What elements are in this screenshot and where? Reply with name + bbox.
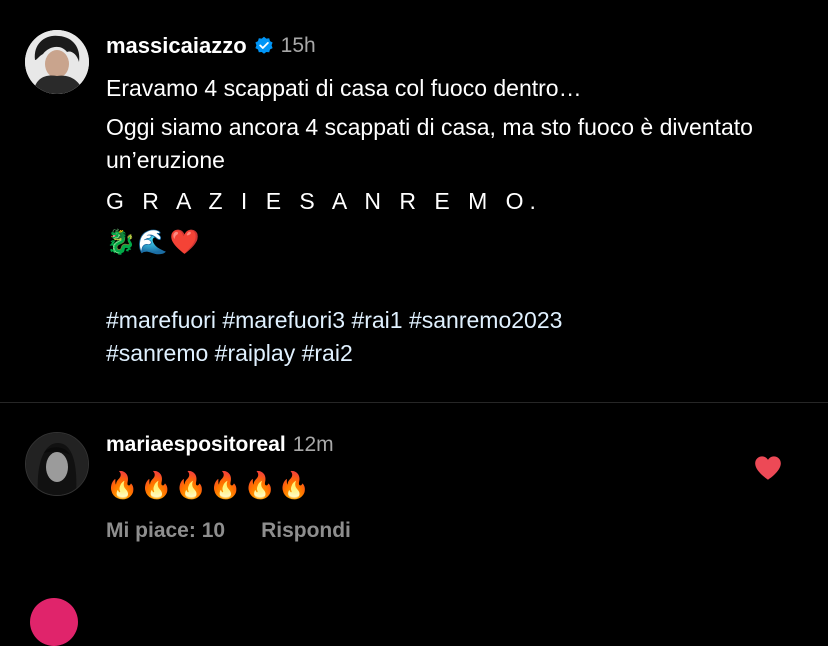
comment-header: mariaespositoreal 12m <box>106 430 726 460</box>
caption-line-3: G R A Z I E S A N R E M O. <box>106 188 542 214</box>
reply-button[interactable]: Rispondi <box>261 519 351 543</box>
comment-username[interactable]: mariaespositoreal <box>106 433 286 457</box>
comment-likes-count[interactable]: Mi piace: 10 <box>106 519 225 543</box>
caption-emoji: 🐉🌊❤️ <box>106 229 202 256</box>
caption-line-2: Oggi siamo ancora 4 scappati di casa, ma… <box>106 114 753 173</box>
hashtags: #marefuori #marefuori3 #rai1 #sanremo202… <box>106 304 806 370</box>
divider <box>0 402 828 403</box>
next-comment-avatar[interactable] <box>30 598 78 646</box>
comment-author-avatar[interactable] <box>25 432 89 496</box>
comment: mariaespositoreal 12m 🔥🔥🔥🔥🔥🔥 Mi piace: 1… <box>106 430 726 543</box>
comment-actions: Mi piace: 10 Rispondi <box>106 519 726 543</box>
avatar-photo-icon <box>26 433 88 495</box>
hashtags-line-1[interactable]: #marefuori #marefuori3 #rai1 #sanremo202… <box>106 304 806 337</box>
comment-text: 🔥🔥🔥🔥🔥🔥 <box>106 470 313 500</box>
hashtags-line-2[interactable]: #sanremo #raiplay #rai2 <box>106 337 806 370</box>
post-caption: massicaiazzo 15h Eravamo 4 scappati di c… <box>106 30 806 370</box>
post-header: massicaiazzo 15h <box>106 30 806 62</box>
post-timestamp: 15h <box>280 34 316 57</box>
caption-line-1: Eravamo 4 scappati di casa col fuoco den… <box>106 75 582 101</box>
post-username[interactable]: massicaiazzo <box>106 33 247 59</box>
post-author-avatar[interactable] <box>25 30 89 94</box>
avatar-photo-icon <box>25 30 89 94</box>
comment-timestamp: 12m <box>292 433 334 456</box>
heart-filled-icon[interactable] <box>754 455 782 481</box>
verified-badge-icon <box>254 36 274 56</box>
